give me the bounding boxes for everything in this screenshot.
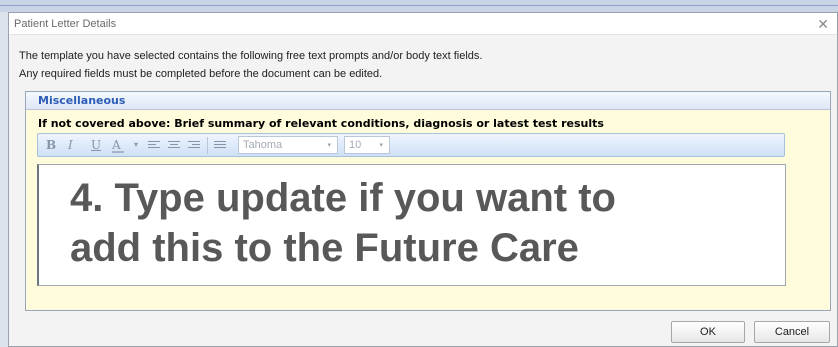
font-size-value: 10 [349,139,362,151]
instruction-line-2: Any required fields must be completed be… [19,68,383,80]
window-top-strip [0,0,838,12]
overlay-line-1: 4. Type update if you want to [70,176,616,220]
section-header: Miscellaneous [26,92,830,110]
toolbar-separator [207,137,208,154]
font-family-value: Tahoma [243,139,283,151]
close-icon[interactable]: ✕ [817,16,829,33]
dialog-title: Patient Letter Details [14,18,117,30]
patient-letter-details-dialog: Patient Letter Details ✕ The template yo… [8,12,838,347]
bold-button[interactable]: B [46,138,56,152]
font-color-button[interactable]: A [112,138,124,153]
align-center-icon[interactable] [168,141,180,150]
font-color-dropdown[interactable]: ▾ [134,140,138,149]
align-right-icon[interactable] [188,141,200,150]
chevron-down-icon: ▾ [379,142,383,149]
cancel-button[interactable]: Cancel [754,321,830,343]
section-title: Miscellaneous [38,94,126,107]
bullet-list-icon[interactable] [214,141,226,150]
font-color-icon: A [112,138,121,152]
font-size-select[interactable]: 10 ▾ [344,136,390,154]
italic-button[interactable]: I [68,138,73,152]
free-text-editor[interactable]: 4. Type update if you want to add this t… [37,164,786,286]
overlay-line-2: add this to the Future Care [70,226,579,270]
ok-button[interactable]: OK [671,321,745,343]
align-left-icon[interactable] [148,141,160,150]
formatting-toolbar: B I U A ▾ Tahoma ▾ 10 ▾ [37,133,785,157]
underline-button[interactable]: U [91,138,101,152]
field-prompt: If not covered above: Brief summary of r… [38,117,604,130]
top-strip-line [0,5,838,6]
instruction-line-1: The template you have selected contains … [19,50,483,62]
dialog-titlebar: Patient Letter Details ✕ [9,13,837,35]
miscellaneous-section: Miscellaneous If not covered above: Brie… [25,91,831,311]
chevron-down-icon: ▾ [327,142,331,149]
instruction-overlay: 4. Type update if you want to add this t… [70,173,770,273]
font-family-select[interactable]: Tahoma ▾ [238,136,338,154]
